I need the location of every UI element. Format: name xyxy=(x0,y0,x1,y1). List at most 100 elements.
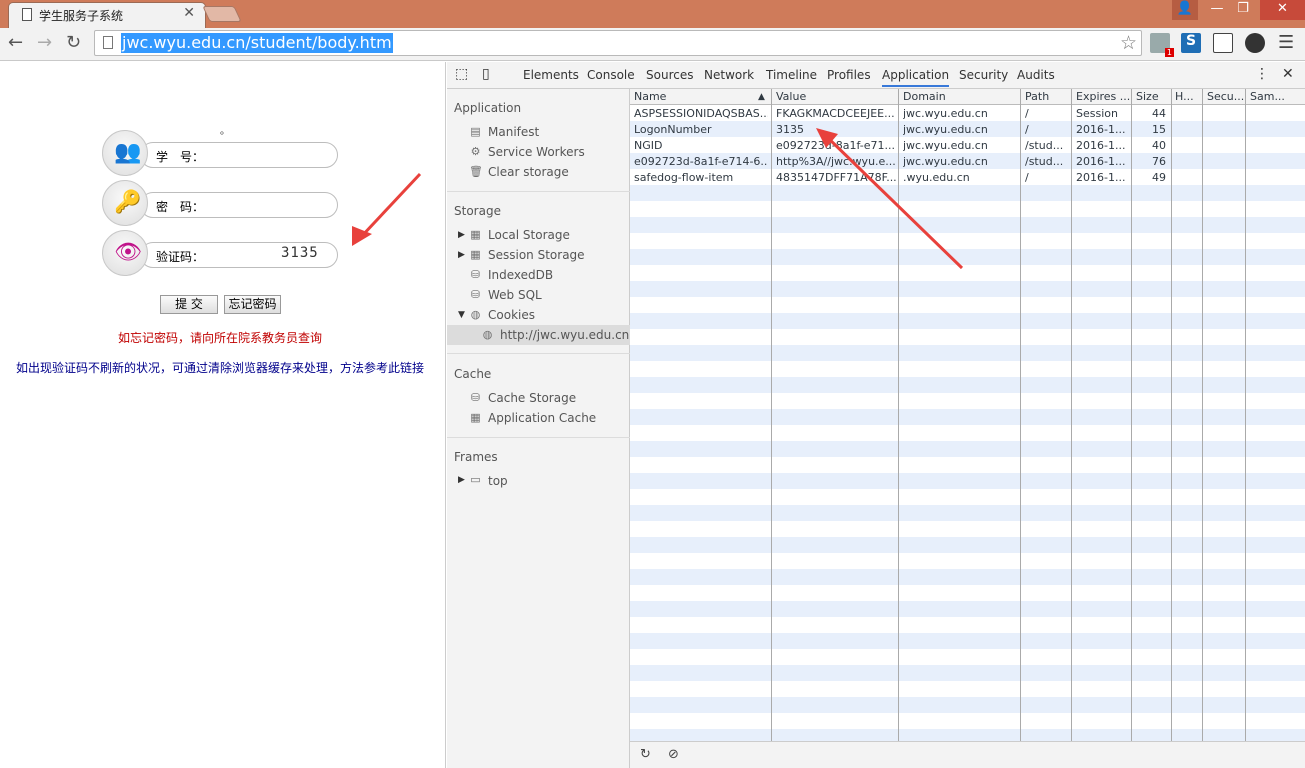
table-cell-domain[interactable]: .wyu.edu.cn xyxy=(903,171,1017,184)
forgot-password-button[interactable]: 忘记密码 xyxy=(224,295,281,314)
table-cell-value[interactable]: e092723d-8a1f-e71... xyxy=(776,139,896,152)
column-header-samesite[interactable]: Sam... xyxy=(1250,90,1285,103)
extension-camera-icon[interactable] xyxy=(1245,33,1265,53)
sidebar-item-cookie-origin[interactable]: http://jwc.wyu.edu.cn xyxy=(500,328,629,342)
extension-s-icon[interactable]: S xyxy=(1181,33,1201,53)
section-cache: Cache xyxy=(454,367,492,381)
sidebar-item-web-sql[interactable]: Web SQL xyxy=(488,288,542,302)
tab-network[interactable]: Network xyxy=(704,68,754,82)
table-cell-size[interactable]: 44 xyxy=(1136,107,1166,120)
captcha-image[interactable]: 3135 xyxy=(281,245,319,261)
table-cell-name[interactable]: e092723d-8a1f-e714-6... xyxy=(634,155,768,168)
captcha-field[interactable]: 验证码： 3135 xyxy=(140,242,338,268)
table-cell-name[interactable]: ASPSESSIONIDAQSBAS... xyxy=(634,107,768,120)
tab-sources[interactable]: Sources xyxy=(646,68,693,82)
star-icon[interactable]: ☆ xyxy=(1120,32,1137,54)
inspect-icon[interactable]: ⬚ xyxy=(455,66,468,82)
extension-icon[interactable]: 1 xyxy=(1150,33,1174,57)
tab-security[interactable]: Security xyxy=(959,68,1008,82)
table-cell-domain[interactable]: jwc.wyu.edu.cn xyxy=(903,155,1017,168)
tab-profiles[interactable]: Profiles xyxy=(827,68,871,82)
sidebar-item-cookies[interactable]: Cookies xyxy=(488,308,535,322)
table-cell-name[interactable]: LogonNumber xyxy=(634,123,768,136)
tab-application[interactable]: Application xyxy=(882,68,950,87)
sidebar-item-indexeddb[interactable]: IndexedDB xyxy=(488,268,553,282)
collapse-arrow-icon[interactable]: ▼ xyxy=(458,310,465,320)
browser-tab[interactable]: 学生服务子系统 ✕ xyxy=(8,2,206,28)
table-cell-expires[interactable]: 2016-1... xyxy=(1076,155,1128,168)
table-cell-expires[interactable]: Session xyxy=(1076,107,1128,120)
table-cell-domain[interactable]: jwc.wyu.edu.cn xyxy=(903,123,1017,136)
table-cell-path[interactable]: / xyxy=(1025,123,1069,136)
tab-console[interactable]: Console xyxy=(587,68,635,82)
menu-icon[interactable]: ☰ xyxy=(1278,32,1294,53)
table-cell-domain[interactable]: jwc.wyu.edu.cn xyxy=(903,139,1017,152)
sidebar-item-cache-storage[interactable]: Cache Storage xyxy=(488,391,576,405)
student-id-field[interactable]: 学 号： xyxy=(140,142,338,168)
restore-button[interactable]: ❐ xyxy=(1230,0,1256,20)
submit-button[interactable]: 提 交 xyxy=(160,295,218,314)
password-field[interactable]: 密 码： xyxy=(140,192,338,218)
more-options-icon[interactable]: ⋮ xyxy=(1255,66,1269,82)
table-cell-value[interactable]: FKAGKMACDCEEJEE... xyxy=(776,107,896,120)
table-cell-size[interactable]: 49 xyxy=(1136,171,1166,184)
expand-arrow-icon[interactable]: ▶ xyxy=(458,250,465,260)
minimize-button[interactable]: — xyxy=(1204,0,1230,20)
table-cell-expires[interactable]: 2016-1... xyxy=(1076,123,1128,136)
table-cell-value[interactable]: http%3A//jwc.wyu.e... xyxy=(776,155,896,168)
table-cell-domain[interactable]: jwc.wyu.edu.cn xyxy=(903,107,1017,120)
close-devtools-icon[interactable]: ✕ xyxy=(1282,66,1294,82)
refresh-icon[interactable]: ↻ xyxy=(640,747,651,762)
sidebar-item-application-cache[interactable]: Application Cache xyxy=(488,411,596,425)
back-icon[interactable]: ← xyxy=(8,32,23,53)
table-cell-size[interactable]: 76 xyxy=(1136,155,1166,168)
table-cell-size[interactable]: 15 xyxy=(1136,123,1166,136)
table-cell-name[interactable]: NGID xyxy=(634,139,768,152)
column-header-value[interactable]: Value xyxy=(776,90,806,103)
new-tab-button[interactable] xyxy=(202,6,242,22)
forgot-notice: 如忘记密码，请向所在院系教务员查询 xyxy=(117,331,322,345)
expand-arrow-icon[interactable]: ▶ xyxy=(458,475,465,485)
expand-arrow-icon[interactable]: ▶ xyxy=(458,230,465,240)
table-cell-size[interactable]: 40 xyxy=(1136,139,1166,152)
table-cell-value[interactable]: 3135 xyxy=(776,123,896,136)
sidebar-item-service-workers[interactable]: Service Workers xyxy=(488,145,585,159)
tab-timeline[interactable]: Timeline xyxy=(766,68,817,82)
user-icon[interactable]: 👤 xyxy=(1172,0,1198,20)
divider xyxy=(447,353,630,354)
table-cell-expires[interactable]: 2016-1... xyxy=(1076,139,1128,152)
address-bar[interactable]: jwc.wyu.edu.cn/student/body.htm ☆ xyxy=(94,30,1142,56)
forward-icon[interactable]: → xyxy=(37,32,52,53)
column-header-name[interactable]: Name xyxy=(634,90,666,103)
close-window-button[interactable]: ✕ xyxy=(1260,0,1305,20)
extension-image-icon[interactable] xyxy=(1213,33,1233,53)
sidebar-item-local-storage[interactable]: Local Storage xyxy=(488,228,570,242)
column-header-expires[interactable]: Expires ... xyxy=(1076,90,1130,103)
sidebar-item-clear-storage[interactable]: Clear storage xyxy=(488,165,569,179)
table-cell-name[interactable]: safedog-flow-item xyxy=(634,171,768,184)
table-cell-path[interactable]: /stud... xyxy=(1025,139,1069,152)
column-header-size[interactable]: Size xyxy=(1136,90,1159,103)
table-cell-expires[interactable]: 2016-1... xyxy=(1076,171,1128,184)
close-icon[interactable]: ✕ xyxy=(183,5,195,21)
dot: 。 xyxy=(220,126,230,137)
column-header-path[interactable]: Path xyxy=(1025,90,1049,103)
column-header-secure[interactable]: Secu... xyxy=(1207,90,1244,103)
url-text[interactable]: jwc.wyu.edu.cn/student/body.htm xyxy=(121,33,393,53)
reload-icon[interactable]: ↻ xyxy=(66,32,81,53)
device-mode-icon[interactable]: ▯ xyxy=(482,66,490,82)
table-cell-path[interactable]: / xyxy=(1025,107,1069,120)
sidebar-item-top-frame[interactable]: top xyxy=(488,474,508,488)
page-icon xyxy=(103,36,113,49)
column-header-domain[interactable]: Domain xyxy=(903,90,946,103)
sidebar-item-manifest[interactable]: Manifest xyxy=(488,125,539,139)
table-cell-value[interactable]: 4835147DFF71A78F... xyxy=(776,171,896,184)
clear-icon[interactable]: ⊘ xyxy=(668,747,679,762)
sidebar-item-session-storage[interactable]: Session Storage xyxy=(488,248,585,262)
tab-audits[interactable]: Audits xyxy=(1017,68,1055,82)
table-cell-path[interactable]: /stud... xyxy=(1025,155,1069,168)
table-cell-path[interactable]: / xyxy=(1025,171,1069,184)
cache-notice-link[interactable]: 如出现验证码不刷新的状况，可通过清除浏览器缓存来处理，方法参考此链接 xyxy=(16,359,424,376)
column-header-httponly[interactable]: H... xyxy=(1175,90,1194,103)
tab-elements[interactable]: Elements xyxy=(523,68,579,82)
